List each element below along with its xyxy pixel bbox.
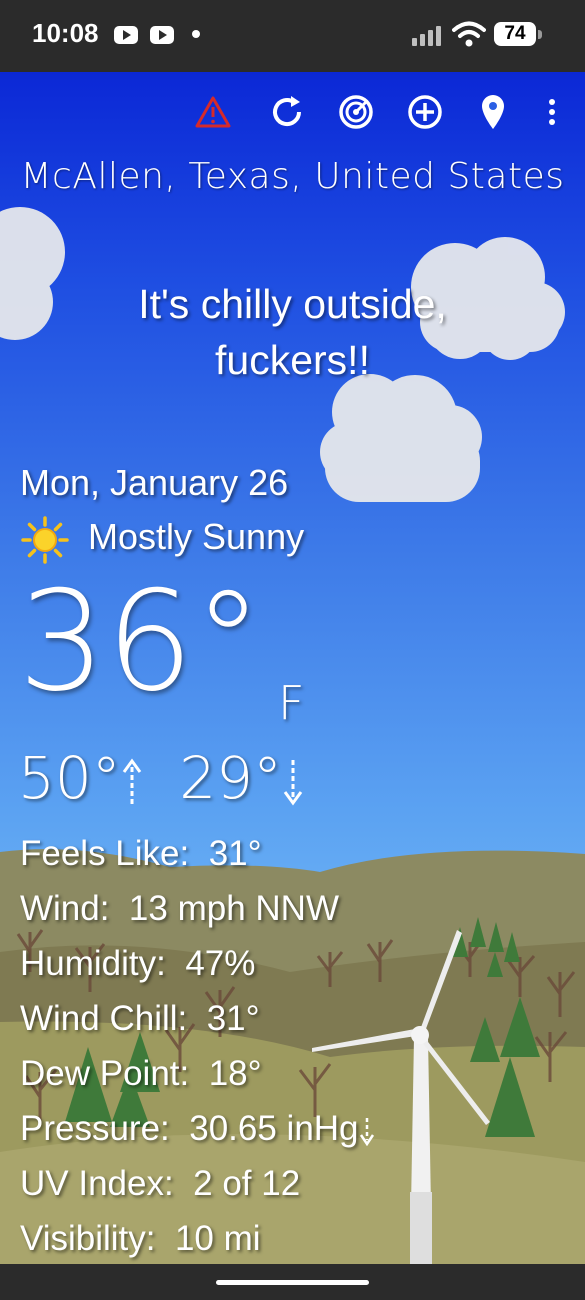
- message-line-1: It's chilly outside,: [138, 281, 447, 327]
- detail-humidity: Humidity: 47%: [20, 944, 256, 983]
- weather-message: It's chilly outside, fuckers!!: [80, 276, 505, 388]
- arrow-up-icon: [122, 758, 142, 804]
- battery-level: 74: [494, 22, 536, 46]
- sun-icon: [21, 516, 69, 564]
- low-temp: 29°: [179, 744, 283, 812]
- home-indicator[interactable]: [216, 1280, 369, 1285]
- forecast-date: Mon, January 26: [20, 462, 289, 503]
- detail-visibility: Visibility: 10 mi: [20, 1219, 261, 1258]
- more-icon[interactable]: [534, 92, 570, 132]
- radar-icon[interactable]: [336, 92, 376, 132]
- youtube-notification-icon: [114, 26, 138, 44]
- detail-dew-point: Dew Point: 18°: [20, 1054, 262, 1093]
- add-location-icon[interactable]: [405, 92, 445, 132]
- temperature-unit: F: [278, 676, 305, 730]
- youtube-notification-icon: [150, 26, 174, 44]
- arrow-down-icon: [283, 760, 303, 806]
- notification-dot: [192, 30, 200, 38]
- detail-feels-like: Feels Like: 31°: [20, 834, 262, 873]
- pressure-falling-icon: [359, 1117, 374, 1147]
- weather-screen: McAllen, Texas, United States It's chill…: [0, 72, 585, 1264]
- location-name[interactable]: McAllen, Texas, United States: [0, 156, 585, 197]
- cloud: [0, 207, 65, 340]
- detail-uv-index: UV Index: 2 of 12: [20, 1164, 301, 1203]
- current-temperature: 36°: [18, 561, 263, 722]
- detail-pressure: Pressure: 30.65 inHg: [20, 1109, 375, 1149]
- high-temp: 50°: [18, 744, 121, 812]
- refresh-icon[interactable]: [267, 92, 307, 132]
- message-line-2: fuckers!!: [215, 337, 370, 383]
- location-pin-icon[interactable]: [473, 92, 513, 132]
- condition-text: Mostly Sunny: [88, 516, 305, 557]
- cloud: [320, 374, 482, 502]
- battery-cap: [538, 30, 542, 39]
- detail-wind-chill: Wind Chill: 31°: [20, 999, 260, 1038]
- high-low: 50° 29°: [18, 744, 304, 812]
- detail-wind: Wind: 13 mph NNW: [20, 889, 339, 928]
- wifi-icon: [452, 21, 486, 47]
- navigation-bar: [0, 1264, 585, 1300]
- alert-icon[interactable]: [193, 92, 233, 132]
- status-time: 10:08: [32, 18, 99, 48]
- status-bar: 10:08 74: [0, 0, 585, 72]
- signal-icon: [412, 24, 446, 46]
